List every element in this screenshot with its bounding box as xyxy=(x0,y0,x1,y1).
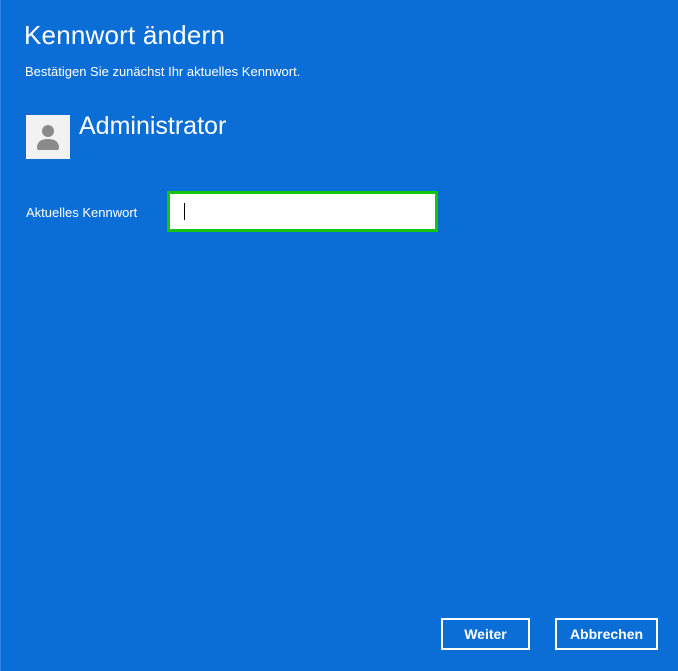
current-password-input[interactable] xyxy=(172,196,433,227)
user-info: Administrator xyxy=(26,112,227,161)
dialog-subtitle: Bestätigen Sie zunächst Ihr aktuelles Ke… xyxy=(25,64,301,79)
username: Administrator xyxy=(79,112,227,140)
dialog-title: Kennwort ändern xyxy=(24,20,226,50)
change-password-dialog: Kennwort ändern Bestätigen Sie zunächst … xyxy=(0,0,678,671)
current-password-field-frame[interactable] xyxy=(167,191,438,232)
cancel-button[interactable]: Abbrechen xyxy=(555,618,658,650)
user-avatar-icon xyxy=(37,125,59,150)
text-caret xyxy=(184,203,185,220)
current-password-label: Aktuelles Kennwort xyxy=(26,205,138,220)
next-button[interactable]: Weiter xyxy=(441,618,530,650)
avatar xyxy=(26,115,70,159)
